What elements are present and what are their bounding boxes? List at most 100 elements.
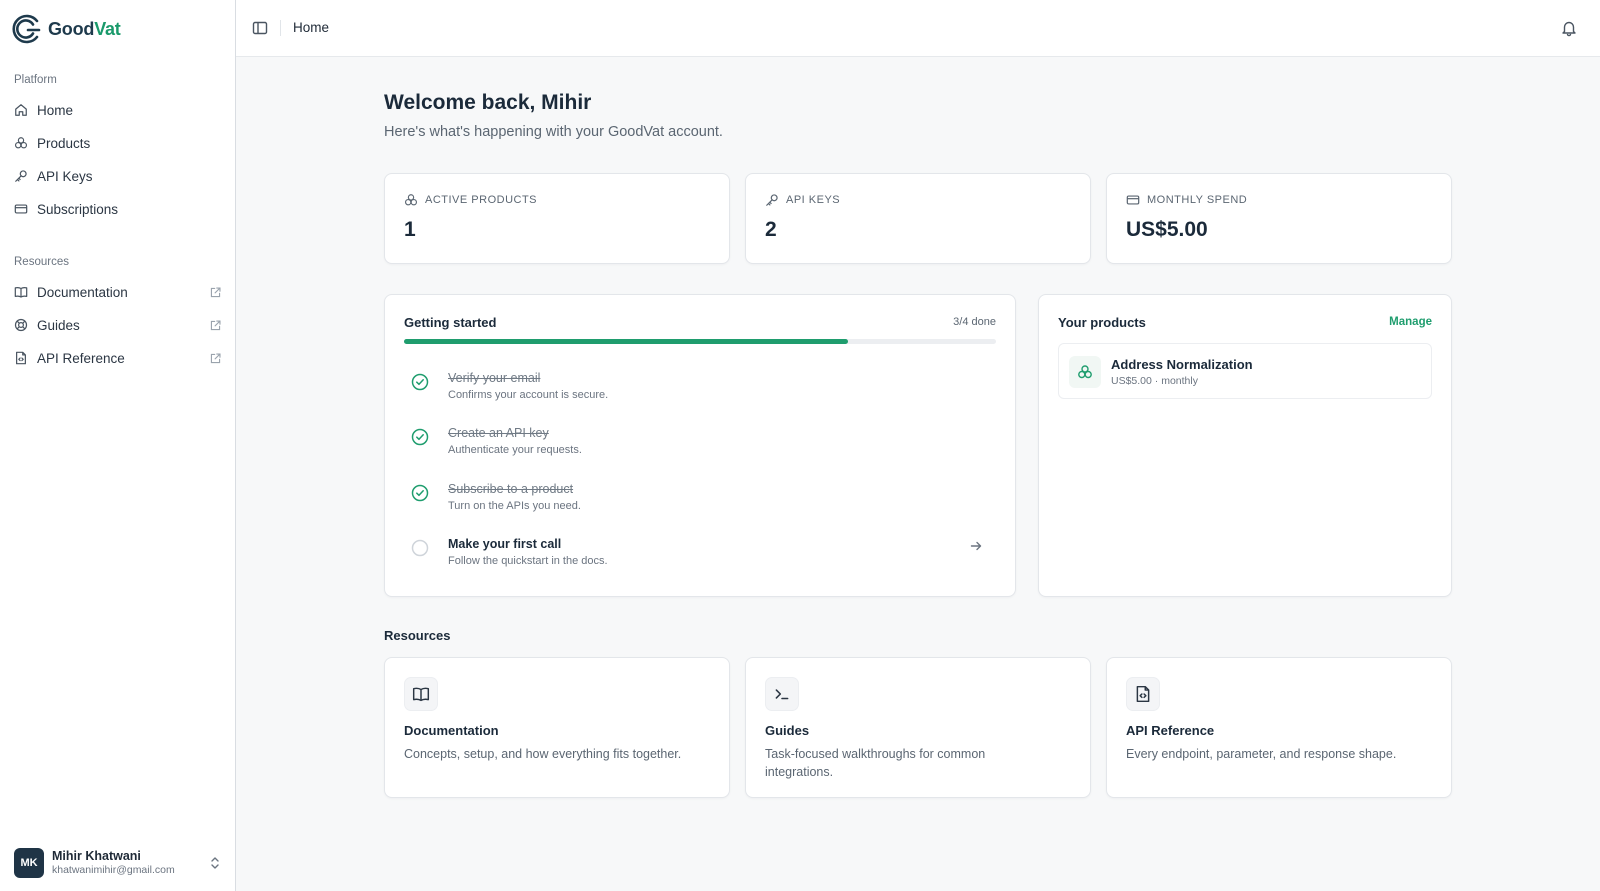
product-item[interactable]: Address Normalization US$5.00 · monthly [1058, 343, 1432, 399]
check-circle-icon [411, 484, 429, 502]
goodvat-logo-icon [12, 14, 41, 44]
getting-started-card: Getting started 3/4 done Verify your ema… [384, 294, 1016, 597]
sidebar: GoodVat Platform Home Products API Keys … [0, 0, 236, 891]
step-title: Subscribe to a product [448, 482, 574, 496]
stat-card-monthly-spend: Monthly spend US$5.00 [1106, 173, 1452, 264]
empty-circle-icon [411, 539, 429, 557]
checklist-step: Create an API key Authenticate your requ… [411, 426, 991, 466]
topbar: Home [236, 0, 1600, 57]
product-name: Address Normalization [1111, 357, 1253, 372]
resources-heading: Resources [384, 628, 451, 643]
stat-label-text: Active products [425, 194, 538, 206]
terminal-icon [765, 677, 799, 711]
page-title: Welcome back, Mihir [384, 91, 592, 114]
your-products-title: Your products [1058, 315, 1146, 330]
sidebar-item-subscriptions[interactable]: Subscriptions [6, 194, 228, 224]
getting-started-count: 3/4 done [953, 316, 996, 328]
key-icon [766, 194, 778, 206]
file-code-icon [16, 351, 26, 365]
home-icon [15, 104, 27, 116]
resource-description: Task-focused walkthroughs for common int… [765, 747, 986, 780]
products-icon [15, 137, 27, 149]
book-icon [404, 677, 438, 711]
chevron-up-down-icon [211, 857, 219, 869]
step-description: Follow the quickstart in the docs. [448, 555, 608, 567]
sidebar-item-label: Home [37, 102, 74, 118]
resource-title: Documentation [404, 723, 499, 738]
stat-value: US$5.00 [1126, 218, 1208, 241]
sidebar-item-home[interactable]: Home [6, 95, 228, 125]
stat-label: API keys [765, 193, 840, 207]
resource-card-documentation[interactable]: Documentation Concepts, setup, and how e… [384, 657, 730, 798]
step-description: Turn on the APIs you need. [448, 500, 581, 512]
stat-card-api-keys: API keys 2 [745, 173, 1091, 264]
user-name: Mihir Khatwani [52, 848, 141, 863]
file-code-icon [1126, 677, 1160, 711]
sidebar-item-documentation[interactable]: Documentation [6, 277, 228, 307]
sidebar-item-api-reference[interactable]: API Reference [6, 343, 228, 373]
sidebar-item-api-keys[interactable]: API Keys [6, 161, 228, 191]
product-price: US$5.00 · monthly [1111, 375, 1198, 387]
progress-bar [404, 339, 996, 344]
checklist-step: Verify your email Confirms your account … [411, 371, 991, 411]
arrow-right-icon[interactable] [969, 539, 983, 553]
lifebuoy-icon [14, 318, 28, 332]
step-description: Authenticate your requests. [448, 444, 582, 456]
stat-value: 2 [765, 218, 777, 241]
check-circle-icon [411, 428, 429, 446]
stat-card-active-products: Active products 1 [384, 173, 730, 264]
external-link-icon [210, 352, 221, 363]
topbar-divider [280, 20, 281, 36]
credit-card-icon [1126, 195, 1140, 205]
progress-bar-fill [404, 339, 848, 344]
resource-description: Every endpoint, parameter, and response … [1126, 747, 1397, 761]
products-icon [405, 194, 417, 206]
step-title: Make your first call [448, 537, 562, 551]
user-email: khatwanimihir@gmail.com [52, 864, 175, 877]
sidebar-item-label: Subscriptions [37, 201, 119, 217]
resource-description: Concepts, setup, and how everything fits… [404, 747, 682, 761]
avatar: MK [14, 848, 44, 878]
stat-value: 1 [404, 218, 416, 241]
external-link-icon [210, 319, 221, 330]
step-description: Confirms your account is secure. [448, 389, 609, 401]
stat-label-text: API keys [786, 194, 841, 206]
external-link-icon [210, 286, 221, 297]
resource-card-api-reference[interactable]: API Reference Every endpoint, parameter,… [1106, 657, 1452, 798]
manage-link[interactable]: Manage [1389, 316, 1432, 328]
getting-started-title: Getting started [404, 315, 497, 330]
credit-card-icon [14, 204, 28, 214]
bell-icon[interactable] [1560, 19, 1578, 37]
resources-section-title: Resources [14, 256, 69, 268]
checklist-step-first-call[interactable]: Make your first call Follow the quicksta… [411, 537, 991, 577]
user-menu[interactable]: MK Mihir Khatwani khatwanimihir@gmail.co… [14, 847, 222, 879]
resource-card-guides[interactable]: Guides Task-focused walkthroughs for com… [745, 657, 1091, 798]
sidebar-item-label: API Reference [37, 350, 125, 366]
book-icon [14, 287, 28, 298]
step-title: Create an API key [448, 426, 549, 440]
sidebar-toggle-icon[interactable] [252, 20, 268, 36]
sidebar-item-label: Documentation [37, 284, 128, 300]
brand-logo[interactable]: GoodVat [10, 13, 121, 45]
stat-label-text: Monthly spend [1147, 194, 1248, 206]
resource-title: Guides [765, 723, 810, 738]
sidebar-item-label: Guides [37, 317, 80, 333]
stat-label: Active products [404, 193, 537, 207]
products-icon [1069, 356, 1101, 388]
resource-title: API Reference [1126, 723, 1215, 738]
sidebar-item-label: Products [37, 135, 91, 151]
sidebar-item-guides[interactable]: Guides [6, 310, 228, 340]
sidebar-item-products[interactable]: Products [6, 128, 228, 158]
step-title: Verify your email [448, 371, 541, 385]
user-info: Mihir Khatwani khatwanimihir@gmail.com [52, 849, 175, 878]
stat-label: Monthly spend [1126, 193, 1247, 207]
sidebar-item-label: API Keys [37, 168, 93, 184]
your-products-card: Your products Manage Address Normalizati… [1038, 294, 1452, 597]
breadcrumb: Home [293, 20, 330, 35]
brand-name: GoodVat [48, 18, 121, 39]
page-subtitle: Here's what's happening with your GoodVa… [384, 124, 723, 140]
platform-section-title: Platform [14, 74, 57, 86]
check-circle-icon [411, 373, 429, 391]
checklist-step: Subscribe to a product Turn on the APIs … [411, 482, 991, 522]
key-icon [15, 170, 27, 182]
